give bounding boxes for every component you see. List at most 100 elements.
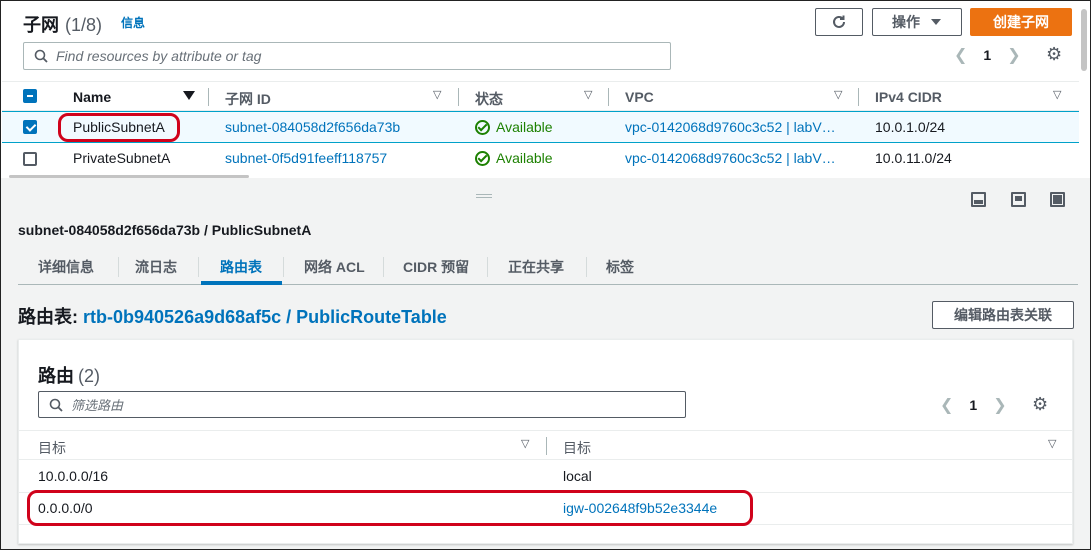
panel-bottom-icon[interactable] xyxy=(971,192,986,207)
check-circle-icon xyxy=(475,150,490,166)
column-header-status[interactable]: 状态 xyxy=(475,89,503,109)
annotation-highlight xyxy=(27,490,753,526)
vertical-scrollbar[interactable] xyxy=(1081,9,1087,71)
vpc-link[interactable]: vpc-0142068d9760c3c52 | labV… xyxy=(625,150,836,166)
tab-divider xyxy=(283,257,284,277)
tab-divider xyxy=(586,257,587,277)
selection-count: (1/8) xyxy=(65,15,103,35)
panel-split-icon[interactable] xyxy=(1011,192,1026,207)
column-header-ipv4-cidr[interactable]: IPv4 CIDR xyxy=(875,89,942,105)
detail-title: subnet-084058d2f656da73b / PublicSubnetA xyxy=(18,222,312,238)
pagination: ❮ 1 ❯ xyxy=(954,45,1021,65)
actions-button[interactable]: 操作 xyxy=(872,8,962,36)
route-destination: 10.0.0.0/16 xyxy=(38,468,109,484)
search-icon xyxy=(49,398,63,412)
resize-handle[interactable] xyxy=(476,194,492,198)
annotation-highlight xyxy=(58,113,180,142)
ipv4-cidr: 10.0.11.0/24 xyxy=(875,150,952,166)
subnets-table-header: Name 子网 ID ▽ 状态 ▽ VPC ▽ IPv4 CIDR ▽ xyxy=(2,81,1079,111)
column-divider xyxy=(858,88,859,106)
edit-route-table-association-button[interactable]: 编辑路由表关联 xyxy=(932,301,1074,329)
panel-full-icon[interactable] xyxy=(1050,192,1065,207)
refresh-button[interactable] xyxy=(815,8,863,36)
tab-flow-logs[interactable]: 流日志 xyxy=(135,257,177,277)
status-badge: Available xyxy=(475,150,553,166)
filter-placeholder: 筛选路由 xyxy=(71,398,124,413)
page-number[interactable]: 1 xyxy=(983,47,991,63)
tab-cidr-reservations[interactable]: CIDR 预留 xyxy=(403,257,469,277)
gear-icon[interactable]: ⚙ xyxy=(1046,44,1062,65)
tab-tags[interactable]: 标签 xyxy=(606,257,634,277)
vpc-link[interactable]: vpc-0142068d9760c3c52 | labV… xyxy=(625,119,836,135)
select-all-checkbox[interactable] xyxy=(23,89,37,103)
routes-count: (2) xyxy=(78,366,100,386)
column-header-target[interactable]: 目标 xyxy=(563,438,591,458)
route-table-link[interactable]: rtb-0b940526a9d68af5c / PublicRouteTable xyxy=(83,307,447,327)
route-target: local xyxy=(563,468,592,484)
column-header-subnet-id[interactable]: 子网 ID xyxy=(225,89,271,109)
routes-container: 路由 (2) 筛选路由 ❮ 1 ❯ ⚙ 目标 ▽ 目标 ▽ 10.0.0.0/16… xyxy=(18,339,1073,544)
tab-route-table[interactable]: 路由表 xyxy=(220,257,262,277)
create-subnet-button[interactable]: 创建子网 xyxy=(970,8,1072,36)
page-title: 子网 xyxy=(23,15,59,35)
routes-heading: 路由 (2) xyxy=(38,362,100,388)
status-badge: Available xyxy=(475,119,553,135)
prev-page-icon[interactable]: ❮ xyxy=(954,45,967,65)
tab-sharing[interactable]: 正在共享 xyxy=(508,257,564,277)
gear-icon[interactable]: ⚙ xyxy=(1032,394,1048,415)
subnets-panel: 子网 (1/8) 信息 操作 创建子网 Find resources by att… xyxy=(1,1,1090,178)
prev-page-icon[interactable]: ❮ xyxy=(940,395,953,415)
column-divider xyxy=(608,88,609,106)
status-text: Available xyxy=(496,119,553,135)
sort-active-icon[interactable] xyxy=(183,91,195,100)
tab-divider xyxy=(118,257,119,277)
info-link[interactable]: 信息 xyxy=(121,14,145,31)
active-tab-indicator xyxy=(201,281,282,285)
search-input[interactable]: Find resources by attribute or tag xyxy=(23,42,671,70)
row-checkbox[interactable] xyxy=(23,152,37,166)
check-circle-icon xyxy=(475,119,490,135)
subnet-name: PrivateSubnetA xyxy=(73,150,171,166)
route-table-heading: 路由表: rtb-0b940526a9d68af5c / PublicRoute… xyxy=(18,303,447,329)
column-header-vpc[interactable]: VPC xyxy=(625,89,654,105)
ipv4-cidr: 10.0.1.0/24 xyxy=(875,119,946,135)
tab-details[interactable]: 详细信息 xyxy=(38,257,94,277)
sort-icon[interactable]: ▽ xyxy=(1048,437,1056,450)
detail-panel: subnet-084058d2f656da73b / PublicSubnetA… xyxy=(1,178,1090,549)
tab-divider xyxy=(487,257,488,277)
next-page-icon[interactable]: ❯ xyxy=(993,395,1006,415)
refresh-icon xyxy=(833,15,845,28)
status-text: Available xyxy=(496,150,553,166)
table-row: 10.0.0.0/16 local xyxy=(19,461,1072,493)
detail-tabs: 详细信息 流日志 路由表 网络 ACL CIDR 预留 正在共享 标签 xyxy=(18,253,1078,285)
tab-divider xyxy=(383,257,384,277)
row-checkbox[interactable] xyxy=(23,120,37,134)
actions-label: 操作 xyxy=(892,14,920,30)
subnets-header: 子网 (1/8) xyxy=(23,11,102,37)
routes-title: 路由 xyxy=(38,366,74,386)
next-page-icon[interactable]: ❯ xyxy=(1007,45,1020,65)
routes-pagination: ❮ 1 ❯ xyxy=(940,395,1007,415)
caret-down-icon xyxy=(931,19,941,25)
tab-network-acl[interactable]: 网络 ACL xyxy=(304,257,365,277)
tab-divider xyxy=(198,257,199,277)
column-header-destination[interactable]: 目标 xyxy=(38,438,66,458)
subnet-id-link[interactable]: subnet-084058d2f656da73b xyxy=(225,119,400,135)
sort-icon[interactable]: ▽ xyxy=(433,88,441,101)
column-divider xyxy=(458,88,459,106)
filter-routes-input[interactable]: 筛选路由 xyxy=(38,391,686,418)
sort-icon[interactable]: ▽ xyxy=(834,88,842,101)
sort-icon[interactable]: ▽ xyxy=(521,437,529,450)
column-header-name[interactable]: Name xyxy=(73,89,111,105)
sort-icon[interactable]: ▽ xyxy=(584,88,592,101)
route-table-label: 路由表: xyxy=(18,307,78,327)
column-divider xyxy=(208,88,209,106)
routes-table-header: 目标 ▽ 目标 ▽ xyxy=(19,430,1072,460)
page-number[interactable]: 1 xyxy=(969,397,977,413)
table-row[interactable]: PrivateSubnetA subnet-0f5d91feeff118757 … xyxy=(2,143,1079,175)
sort-icon[interactable]: ▽ xyxy=(1053,88,1061,101)
search-icon xyxy=(34,49,48,63)
column-divider xyxy=(546,437,547,455)
subnet-id-link[interactable]: subnet-0f5d91feeff118757 xyxy=(225,150,387,166)
search-placeholder: Find resources by attribute or tag xyxy=(56,48,262,64)
